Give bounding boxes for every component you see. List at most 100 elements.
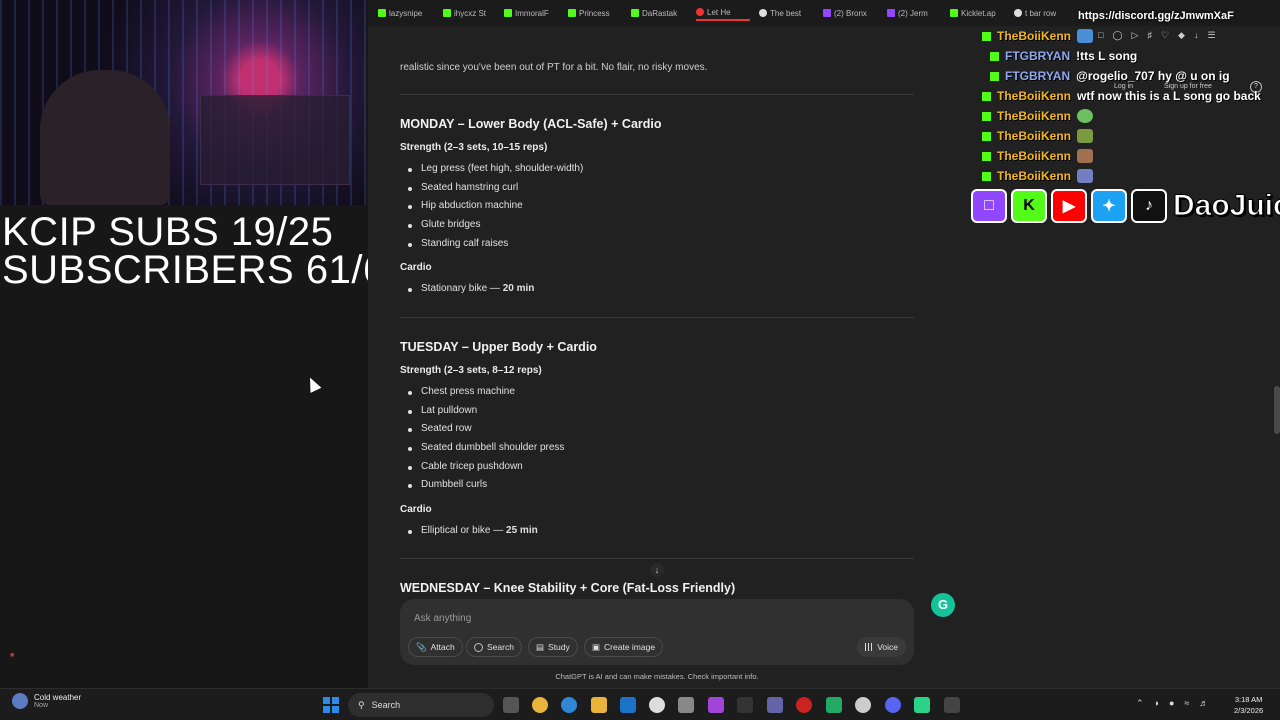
chatgpt-conversation: realistic since you've been out of PT fo… [368,26,1280,688]
tab-bronx[interactable]: (2) Bronx [823,5,875,21]
tab-lazysnipe[interactable]: lazysnipe [378,5,438,21]
kick-badge-icon [982,171,991,181]
tab-immoralf[interactable]: ImmoralF [504,5,562,21]
twitch-icon [823,9,831,17]
app-icon[interactable] [826,697,842,713]
app-icon[interactable] [708,697,724,713]
chatgpt-icon [759,9,767,17]
outlook-icon[interactable] [620,697,636,713]
list-item: Leg press (feet high, shoulder-width) [400,160,583,179]
list-item: Chest press machine [400,383,564,402]
windows-start-icon[interactable] [323,697,339,713]
tuesday-cardio-list: Elliptical or bike — 25 min [400,522,538,541]
divider [400,94,914,95]
mouse-cursor-icon [304,375,322,393]
voice-waveform-icon [865,643,874,651]
study-button[interactable]: ▤ Study [528,637,578,657]
chat-message: TheBoiiKenn [982,107,1093,125]
tab-darastak[interactable]: DaRastak [631,5,689,21]
tab-ihycxz[interactable]: ihycxz St [443,5,498,21]
heart-icon[interactable]: ♡ [1161,30,1169,41]
ai-disclaimer: ChatGPT is AI and can make mistakes. Che… [555,672,759,681]
menu-icon[interactable]: ☰ [1207,30,1215,41]
kick-icon: K [1011,189,1047,223]
settings-gear-icon[interactable] [649,697,665,713]
app-icon[interactable] [678,697,694,713]
taskbar-clock[interactable]: 3:18 AM 2/3/2026 [1234,694,1263,716]
list-item: Seated hamstring curl [400,179,583,198]
shield-icon[interactable]: ◯ [1112,30,1122,41]
app-icon[interactable] [855,697,871,713]
truncated-paragraph: realistic since you've been out of PT fo… [400,62,708,73]
task-view-icon[interactable] [503,697,519,713]
attach-button[interactable]: 📎 Attach [408,637,463,657]
message-composer: 📎Attach Search ▤Study ▣Create image Voic… [400,599,914,665]
create-image-button[interactable]: ▣ Create image [584,637,664,657]
volume-icon[interactable]: ♬ [1199,698,1208,709]
screenshot-icon[interactable]: □ [1098,30,1103,41]
chrome-icon[interactable] [532,697,548,713]
play-icon[interactable]: ▷ [1132,30,1139,41]
chat-message: TheBoiiKenn [982,147,1093,165]
tuesday-heading: TUESDAY – Upper Body + Cardio [400,340,597,354]
chat-message: FTGBRYAN !tts L song [990,47,1137,65]
weather-icon [12,693,28,709]
extensions-icon[interactable]: ◆ [1178,30,1185,41]
list-item: Lat pulldown [400,402,564,421]
bookmark-icon[interactable]: ♯ [1147,30,1152,41]
wifi-icon[interactable]: ≈ [1184,698,1189,709]
app-icon[interactable] [944,697,960,713]
app-icon[interactable] [914,697,930,713]
weather-widget[interactable]: Cold weather Now [12,693,81,709]
tab-the-best[interactable]: The best [759,5,811,21]
tuesday-exercise-list: Chest press machine Lat pulldown Seated … [400,383,564,495]
record-icon [696,8,704,16]
google-icon [1014,9,1022,17]
globe-icon [474,642,483,652]
wednesday-heading: WEDNESDAY – Knee Stability + Core (Fat-L… [400,581,736,595]
twitter-icon: ✦ [1091,189,1127,223]
tab-t-bar-row[interactable]: t bar row [1014,5,1066,21]
edge-icon[interactable] [561,697,577,713]
voice-button[interactable]: Voice [857,637,906,657]
file-explorer-icon[interactable] [591,697,607,713]
twitch-icon: □ [971,189,1007,223]
list-item: Hip abduction machine [400,197,583,216]
discord-icon[interactable] [885,697,901,713]
obs-icon[interactable] [796,697,812,713]
kick-icon [568,9,576,17]
kick-badge-icon [982,131,991,141]
tuesday-cardio-label: Cardio [400,504,432,515]
tab-kicklet[interactable]: Kicklet.ap [950,5,1002,21]
monday-heading: MONDAY – Lower Body (ACL-Safe) + Cardio [400,117,662,131]
tab-jerm[interactable]: (2) Jerm [887,5,937,21]
scroll-down-arrow-icon[interactable]: ↓ [650,563,664,577]
kick-icon [631,9,639,17]
teams-icon[interactable] [767,697,783,713]
chat-message: TheBoiiKenn wtf now this is a L song go b… [982,87,1261,105]
scrollbar[interactable] [1274,386,1280,434]
download-icon[interactable]: ↓ [1194,30,1199,41]
chat-message: TheBoiiKenn [982,27,1093,45]
paperclip-icon: 📎 [416,641,427,652]
kick-icon [443,9,451,17]
search-button[interactable]: Search [466,637,522,657]
ask-anything-input[interactable] [414,609,854,627]
chevron-up-icon[interactable]: ⌃ [1136,698,1144,709]
list-item: Seated row [400,420,564,439]
network-icon[interactable]: ◑ [1154,698,1159,709]
tab-princess[interactable]: Princess [568,5,624,21]
emote-icon [1077,129,1093,143]
kick-badge-icon [982,151,991,161]
mic-icon[interactable]: ● [1169,698,1174,709]
list-item: Glute bridges [400,216,583,235]
terminal-icon[interactable] [737,697,753,713]
subscribers-counter: SUBSCRIBERS 61/65 [2,248,409,292]
tab-let-he[interactable]: Let He [696,5,750,21]
kick-icon [950,9,958,17]
taskbar-search[interactable]: ⚲ Search [348,693,494,717]
kick-badge-icon [982,91,991,101]
stream-sidebar: KCIP SUBS 19/25 SUBSCRIBERS 61/65 [0,0,408,688]
grammarly-icon[interactable]: G [931,593,955,617]
background-shelf [200,95,350,185]
